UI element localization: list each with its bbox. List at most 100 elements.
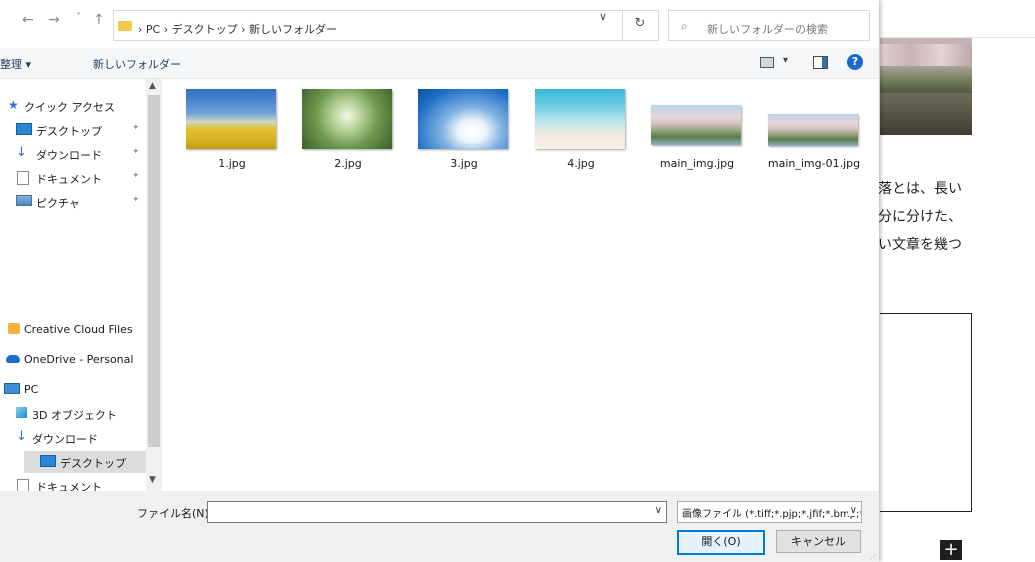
sidebar-item-downloads[interactable]: ↓ ダウンロード: [0, 427, 146, 449]
sidebar-item-pc[interactable]: PC: [0, 379, 146, 401]
document-icon: [17, 479, 29, 491]
forward-button[interactable]: →: [48, 12, 60, 28]
star-icon: ★: [8, 98, 19, 112]
sidebar-item-onedrive[interactable]: OneDrive - Personal: [0, 349, 146, 371]
sidebar-item-label: PC: [24, 383, 39, 396]
sidebar-item-label: ドキュメント: [36, 173, 102, 186]
filename-input[interactable]: ∨: [207, 501, 667, 523]
help-icon[interactable]: ?: [847, 54, 863, 70]
download-icon: ↓: [16, 145, 27, 160]
pin-icon: ✦: [132, 171, 140, 181]
address-bar[interactable]: › PC › デスクトップ › 新しいフォルダー: [113, 10, 623, 41]
sidebar-item-label: ドキュメント: [36, 481, 102, 491]
scroll-down-icon[interactable]: ▼: [149, 475, 156, 485]
sidebar-item-downloads[interactable]: ↓ ダウンロード ✦: [0, 143, 146, 165]
sidebar-item-label: 3D オブジェクト: [32, 409, 117, 422]
refresh-button[interactable]: ↻: [622, 10, 659, 41]
sidebar-item-label: デスクトップ: [60, 457, 126, 470]
organize-button[interactable]: 整理 ▾: [0, 56, 31, 72]
filename-history-dropdown[interactable]: ∨: [655, 505, 662, 516]
pictures-icon: [16, 195, 32, 206]
scroll-up-icon[interactable]: ▲: [149, 81, 156, 91]
search-icon: ⌕: [681, 19, 688, 33]
sidebar-item-documents[interactable]: ドキュメント: [0, 475, 146, 491]
scroll-thumb[interactable]: [148, 95, 160, 447]
file-thumbnail: [418, 89, 508, 149]
sidebar-item-quick-access[interactable]: ★ クイック アクセス: [0, 95, 146, 117]
sidebar-item-3d-objects[interactable]: 3D オブジェクト: [0, 403, 146, 425]
up-button[interactable]: ↑: [93, 12, 105, 28]
sidebar-item-label: OneDrive - Personal: [24, 353, 134, 366]
view-options-dropdown[interactable]: ▾: [783, 55, 788, 66]
file-name: 3.jpg: [450, 157, 478, 170]
file-type-select[interactable]: 画像ファイル (*.tiff;*.pjp;*.jfif;*.bmp;*.gif;…: [677, 501, 862, 523]
document-icon: [17, 171, 29, 185]
sidebar-item-creative-cloud[interactable]: Creative Cloud Files: [0, 319, 146, 341]
pin-icon: ✦: [132, 147, 140, 157]
preview-pane-icon[interactable]: [813, 56, 828, 69]
background-photo: [880, 38, 972, 135]
change-view-icon[interactable]: [760, 57, 774, 68]
open-button[interactable]: 開く(O): [677, 530, 765, 555]
folder-icon: [118, 21, 132, 31]
onedrive-icon: [6, 355, 20, 363]
chevron-down-icon: ∨: [847, 505, 857, 516]
file-thumbnail: [651, 105, 741, 145]
new-folder-button[interactable]: 新しいフォルダー: [93, 56, 181, 72]
file-name: 2.jpg: [334, 157, 362, 170]
file-thumbnail: [302, 89, 392, 149]
sidebar-item-desktop[interactable]: デスクトップ: [24, 451, 146, 473]
desktop-icon: [40, 455, 56, 467]
sidebar-item-label: ピクチャ: [36, 197, 80, 210]
sidebar-item-label: ダウンロード: [32, 433, 98, 446]
file-item[interactable]: 1.jpg: [174, 87, 282, 175]
file-list: 1.jpg 2.jpg 3.jpg 4.jpg main_img.jpg mai…: [162, 79, 879, 491]
resize-grip-icon[interactable]: ⋰: [870, 553, 877, 561]
breadcrumb[interactable]: › PC › デスクトップ › 新しいフォルダー: [138, 21, 337, 37]
recent-locations-button[interactable]: ˅: [76, 12, 81, 23]
background-text-line: 落とは、長い: [878, 181, 962, 197]
dialog-footer: ファイル名(N): ∨ 画像ファイル (*.tiff;*.pjp;*.jfif;…: [0, 491, 879, 562]
file-name: 1.jpg: [218, 157, 246, 170]
sidebar-item-label: クイック アクセス: [24, 101, 115, 114]
sidebar-item-label: ダウンロード: [36, 149, 102, 162]
file-item[interactable]: 2.jpg: [290, 87, 398, 175]
pc-icon: [4, 383, 20, 394]
file-open-dialog: ← → ˅ ↑ › PC › デスクトップ › 新しいフォルダー ∨ ↻ ⌕ 新…: [0, 0, 879, 562]
address-row: ← → ˅ ↑ › PC › デスクトップ › 新しいフォルダー ∨ ↻ ⌕ 新…: [0, 0, 879, 46]
search-input[interactable]: ⌕ 新しいフォルダーの検索: [668, 10, 870, 41]
sidebar-item-desktop[interactable]: デスクトップ ✦: [0, 119, 146, 141]
background-text-line: い文章を幾つ: [878, 237, 962, 253]
navigation-pane: ★ クイック アクセス デスクトップ ✦ ↓ ダウンロード ✦ ドキュメント ✦…: [0, 79, 146, 491]
sidebar-item-documents[interactable]: ドキュメント ✦: [0, 167, 146, 189]
back-button[interactable]: ←: [22, 12, 34, 28]
file-thumbnail: [535, 89, 625, 149]
file-item[interactable]: main_img-01.jpg: [756, 87, 864, 175]
file-type-value: 画像ファイル (*.tiff;*.pjp;*.jfif;*.bmp;*.gif;…: [682, 509, 861, 520]
address-dropdown-icon[interactable]: ∨: [599, 10, 607, 23]
cancel-button[interactable]: キャンセル: [776, 530, 861, 553]
desktop-icon: [16, 123, 32, 135]
file-thumbnail: [768, 114, 858, 146]
search-placeholder: 新しいフォルダーの検索: [707, 23, 828, 36]
file-thumbnail: [186, 89, 276, 149]
pin-icon: ✦: [132, 195, 140, 205]
file-item[interactable]: 3.jpg: [406, 87, 514, 175]
navigation-scrollbar[interactable]: ▲ ▼: [146, 79, 162, 491]
file-name: main_img.jpg: [659, 157, 735, 170]
download-icon: ↓: [16, 429, 27, 444]
toolbar: 整理 ▾ 新しいフォルダー ▾ ?: [0, 48, 879, 79]
sidebar-item-label: Creative Cloud Files: [24, 323, 133, 336]
add-block-button[interactable]: +: [940, 540, 962, 560]
file-item[interactable]: 4.jpg: [523, 87, 631, 175]
file-item[interactable]: main_img.jpg: [639, 87, 747, 175]
creative-cloud-icon: [8, 323, 20, 334]
sidebar-item-pictures[interactable]: ピクチャ ✦: [0, 191, 146, 213]
file-name: 4.jpg: [567, 157, 595, 170]
background-text-line: 分に分けた、: [878, 209, 962, 225]
file-name: main_img-01.jpg: [767, 157, 861, 170]
3d-objects-icon: [16, 407, 27, 418]
background-block: [880, 313, 972, 512]
sidebar-item-label: デスクトップ: [36, 125, 102, 138]
pin-icon: ✦: [132, 123, 140, 133]
